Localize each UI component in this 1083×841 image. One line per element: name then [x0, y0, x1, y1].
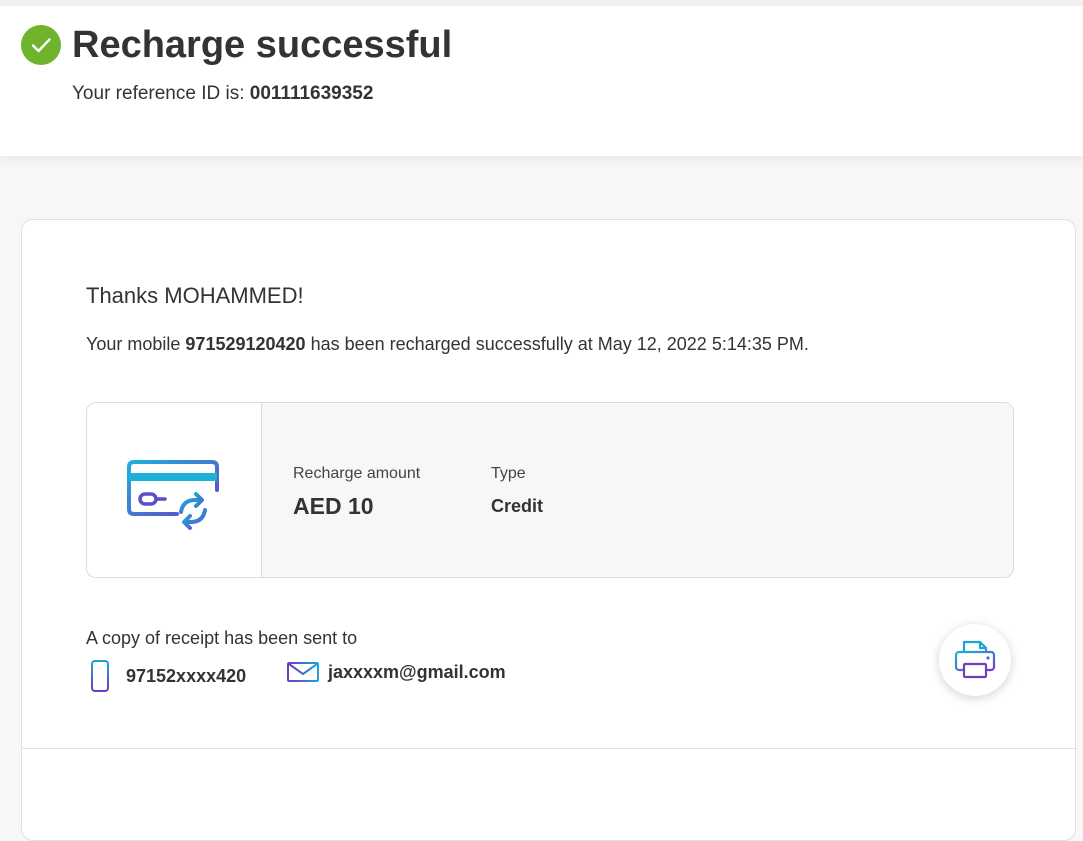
receipt-phone: 97152xxxx420	[90, 660, 246, 692]
receipt-sent-label: A copy of receipt has been sent to	[86, 628, 358, 648]
reference-line: Your reference ID is: 001111639352	[72, 82, 373, 106]
mobile-number: 971529120420	[185, 334, 306, 354]
print-receipt-button[interactable]	[939, 624, 1011, 696]
amount-column: Recharge amount AED 10	[293, 463, 420, 521]
message-suffix: has been recharged successfully at May 1…	[310, 334, 809, 354]
message-prefix: Your mobile	[86, 334, 181, 354]
printer-icon	[954, 640, 996, 679]
card-exchange-icon	[127, 460, 219, 530]
receipt-card: Thanks MOHAMMED! Your mobile 97152912042…	[21, 219, 1076, 841]
success-header: Recharge successful Your reference ID is…	[0, 6, 1083, 156]
type-value: Credit	[491, 496, 544, 516]
type-column: Type Credit	[491, 463, 543, 519]
recharge-message: Your mobile 971529120420 has been rechar…	[86, 332, 809, 356]
receipt-email-address: jaxxxxm@gmail.com	[328, 662, 506, 682]
reference-id: 001111639352	[249, 83, 374, 104]
receipt-email: jaxxxxm@gmail.com	[287, 660, 506, 684]
type-label: Type	[491, 465, 526, 482]
details-icon-cell	[87, 403, 262, 577]
recharge-details-box: Recharge amount AED 10 Type Credit	[86, 402, 1014, 578]
card-divider	[22, 748, 1075, 749]
mobile-phone-icon	[91, 660, 109, 692]
amount-label: Recharge amount	[293, 465, 421, 482]
receipt-phone-number: 97152xxxx420	[126, 666, 247, 686]
amount-value: AED 10	[293, 493, 374, 519]
reference-label: Your reference ID is:	[72, 83, 245, 104]
email-icon	[287, 662, 319, 682]
success-check-icon	[21, 25, 61, 65]
page-title: Recharge successful	[72, 24, 453, 66]
thanks-message: Thanks MOHAMMED!	[86, 283, 304, 308]
